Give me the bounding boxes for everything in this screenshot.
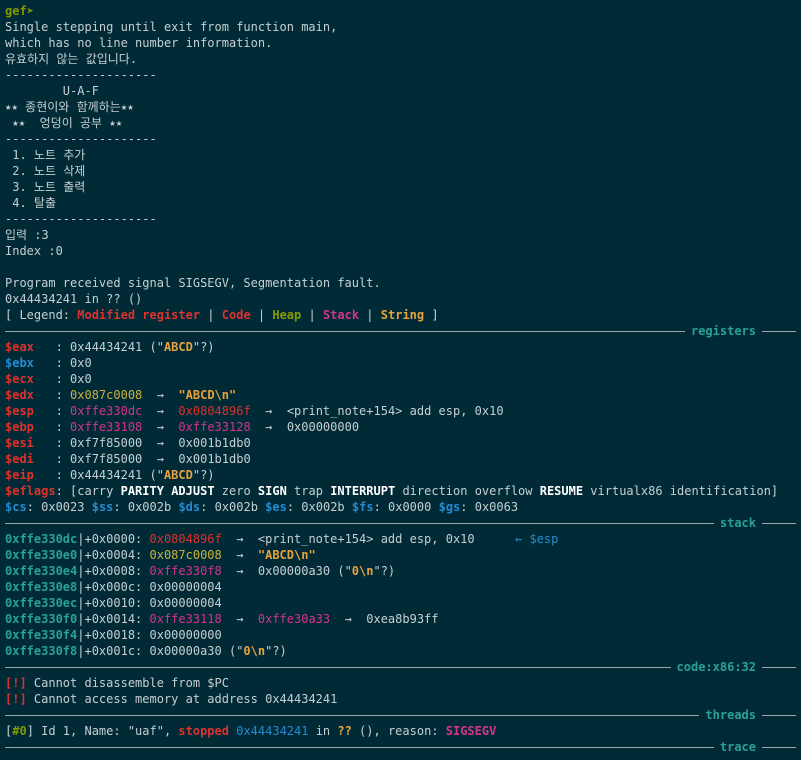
warning-tag: [!] — [5, 692, 27, 706]
code-error-line: [!] Cannot disassemble from $PC — [5, 676, 229, 690]
code-separator: code:x86:32 — [5, 659, 801, 675]
section-title-stack: stack — [713, 515, 762, 531]
registers-panel: $eax : 0x44434241 ("ABCD"?) $ebx : 0x0 $… — [5, 339, 801, 515]
output-line: --------------------- — [5, 212, 157, 226]
output-line: --------------------- — [5, 132, 157, 146]
register-edi: $edi : 0xf7f85000 → 0x001b1db0 — [5, 452, 251, 466]
output-line: 입력 :3 — [5, 228, 49, 242]
esp-marker: ← $esp — [515, 532, 559, 546]
stack-row: 0xffe330e8|+0x000c: 0x00000004 — [5, 580, 222, 594]
segment-registers: $cs: 0x0023 $ss: 0x002b $ds: 0x002b $es:… — [5, 500, 519, 514]
register-eip: $eip : 0x44434241 ("ABCD"?) — [5, 468, 215, 482]
section-title-threads: threads — [699, 707, 762, 723]
register-esi: $esi : 0xf7f85000 → 0x001b1db0 — [5, 436, 251, 450]
gef-prompt: gef➤ — [5, 4, 34, 18]
output-line: 3. 노트 출력 — [5, 180, 86, 194]
code-panel: [!] Cannot disassemble from $PC [!] Cann… — [5, 675, 801, 707]
register-eflags: $eflags: [carry PARITY ADJUST zero SIGN … — [5, 484, 779, 498]
stack-row: 0xffe330e0|+0x0004: 0x087c0008 → "ABCD\n… — [5, 548, 316, 562]
register-ebp: $ebp : 0xffe33108 → 0xffe33128 → 0x00000… — [5, 420, 360, 434]
stack-row: 0xffe330dc|+0x0000: 0x0804896f → <print_… — [5, 532, 559, 546]
code-error-line: [!] Cannot access memory at address 0x44… — [5, 692, 338, 706]
program-output: Single stepping until exit from function… — [5, 19, 801, 307]
register-eax: $eax : 0x44434241 ("ABCD"?) — [5, 340, 215, 354]
trace-separator: trace — [5, 739, 801, 755]
section-title-registers: registers — [684, 323, 762, 339]
output-line: --------------------- — [5, 68, 157, 82]
terminal[interactable]: gef➤ Single stepping until exit from fun… — [0, 0, 801, 755]
stack-row: 0xffe330ec|+0x0010: 0x00000004 — [5, 596, 222, 610]
output-line: 유효하지 않는 값입니다. — [5, 52, 138, 66]
output-line: Single stepping until exit from function… — [5, 20, 338, 34]
output-line: Index :0 — [5, 244, 63, 258]
register-esp: $esp : 0xffe330dc → 0x0804896f → <print_… — [5, 404, 504, 418]
threads-separator: threads — [5, 707, 801, 723]
output-line: 2. 노트 삭제 — [5, 164, 86, 178]
stack-row: 0xffe330e4|+0x0008: 0xffe330f8 → 0x00000… — [5, 564, 396, 578]
output-line: Program received signal SIGSEGV, Segment… — [5, 276, 381, 290]
stack-row: 0xffe330f8|+0x001c: 0x00000a30 ("0\n"?) — [5, 644, 287, 658]
section-title-trace: trace — [713, 739, 762, 755]
stack-row: 0xffe330f4|+0x0018: 0x00000000 — [5, 628, 222, 642]
section-title-code: code:x86:32 — [670, 659, 762, 675]
register-ebx: $ebx : 0x0 — [5, 356, 92, 370]
register-edx: $edx : 0x087c0008 → "ABCD\n" — [5, 388, 237, 402]
output-line: 4. 탈출 — [5, 196, 56, 210]
output-line: ⭑⭑ 엉덩이 공부 ⭑⭑ — [5, 116, 123, 130]
legend: [ Legend: Modified register | Code | Hea… — [5, 308, 439, 322]
thread-line: [#0] Id 1, Name: "uaf", stopped 0x444342… — [5, 724, 497, 738]
stack-panel: 0xffe330dc|+0x0000: 0x0804896f → <print_… — [5, 531, 801, 659]
stack-separator: stack — [5, 515, 801, 531]
warning-tag: [!] — [5, 676, 27, 690]
output-line: ⭑⭑ 종현이와 함께하는⭑⭑ — [5, 100, 134, 114]
output-line: 1. 노트 추가 — [5, 148, 86, 162]
output-line: 0x44434241 in ?? () — [5, 292, 143, 306]
output-line: U-A-F — [5, 84, 99, 98]
output-line: which has no line number information. — [5, 36, 273, 50]
registers-separator: registers — [5, 323, 801, 339]
register-ecx: $ecx : 0x0 — [5, 372, 92, 386]
stack-row: 0xffe330f0|+0x0014: 0xffe33118 → 0xffe30… — [5, 612, 439, 626]
